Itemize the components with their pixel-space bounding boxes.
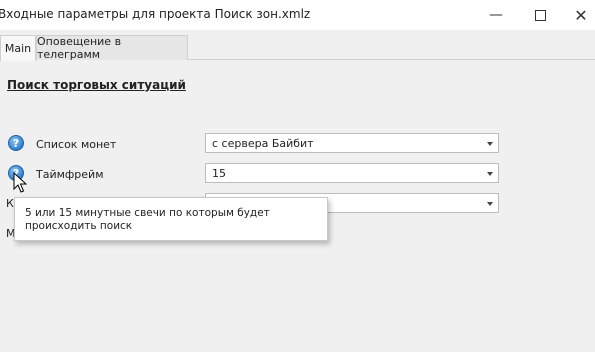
close-icon[interactable]: ✕ [558,0,595,30]
tab-telegram-notifications[interactable]: Оповещение в телеграмм [36,35,188,61]
timeframe-label: Таймфрейм [36,168,104,181]
timeframe-select[interactable]: 15 [205,163,499,183]
help-tooltip: 5 или 15 минутные свечи по которым будет… [14,197,328,241]
coin-list-value: с сервера Байбит [212,137,314,150]
title-bar: Входные параметры для проекта Поиск зон.… [0,0,595,30]
window-title: Входные параметры для проекта Поиск зон.… [0,7,311,21]
mouse-cursor-icon [13,172,27,193]
chevron-down-icon[interactable] [487,142,493,146]
chevron-down-icon[interactable] [487,202,493,206]
section-title: Поиск торговых ситуаций [7,78,186,92]
tab-bar: Main Оповещение в телеграмм [0,30,595,61]
coin-list-label: Список монет [36,138,117,151]
coin-list-select[interactable]: с сервера Байбит [205,133,499,153]
help-icon[interactable]: ? [8,135,24,151]
timeframe-value: 15 [212,167,226,180]
tab-main[interactable]: Main [0,35,36,61]
maximize-icon[interactable] [517,0,563,30]
field-3-label: К [6,197,14,210]
minimize-icon[interactable]: — [473,0,519,30]
chevron-down-icon[interactable] [487,172,493,176]
